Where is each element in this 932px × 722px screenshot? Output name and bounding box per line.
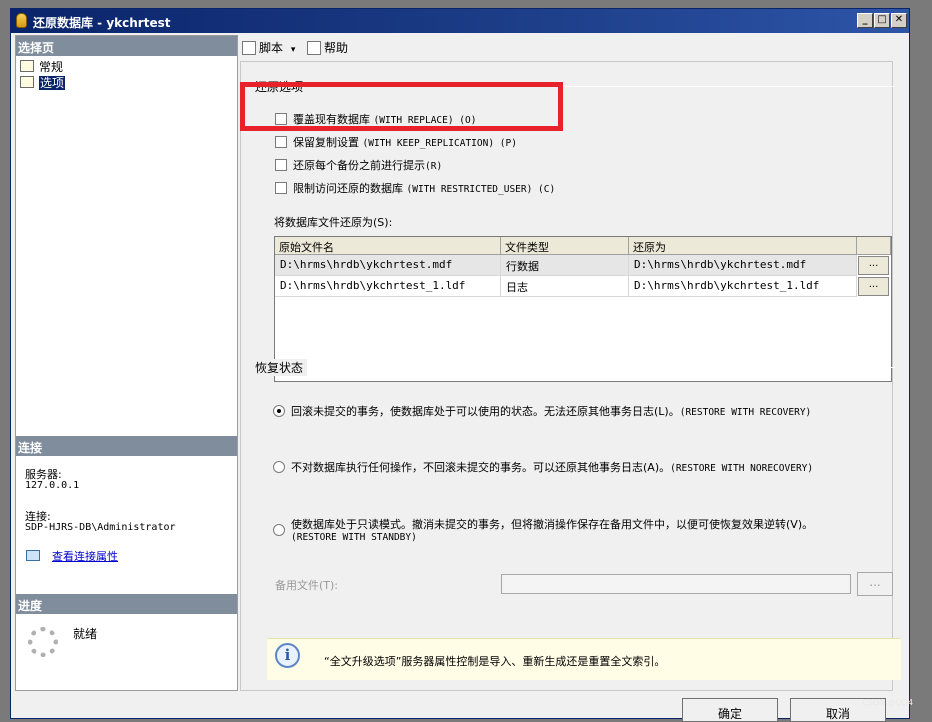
- progress-status: 就绪: [73, 627, 98, 641]
- checkbox[interactable]: [275, 136, 287, 148]
- page-label: 选项: [39, 76, 66, 90]
- checkbox[interactable]: [275, 182, 287, 194]
- view-connection-properties[interactable]: 查看连接属性: [26, 548, 118, 564]
- select-page-header: 选择页: [16, 36, 237, 56]
- option-keep-replication[interactable]: 保留复制设置 (WITH KEEP_REPLICATION) (P): [275, 134, 517, 150]
- option-restricted-user[interactable]: 限制访问还原的数据库 (WITH RESTRICTED_USER) (C): [275, 180, 555, 196]
- radio-button[interactable]: [273, 461, 285, 473]
- checkbox[interactable]: [275, 159, 287, 171]
- server-value: 127.0.0.1: [25, 480, 80, 491]
- browse-button[interactable]: ...: [858, 256, 889, 275]
- page-label: 常规: [39, 60, 64, 74]
- table-cell-restore-as[interactable]: D:\hrms\hrdb\ykchrtest_1.ldf: [629, 276, 857, 297]
- radio-restore-with-standby[interactable]: 使数据库处于只读模式。撤消未提交的事务，但将撤消操作保存在备用文件中，以便可使恢…: [273, 516, 893, 543]
- database-icon: [16, 13, 27, 28]
- file-grid: 原始文件名 文件类型 还原为 D:\hrms\hrdb\ykchrtest.md…: [274, 236, 892, 382]
- ok-button[interactable]: 确定: [682, 698, 778, 722]
- option-prompt-before-restore[interactable]: 还原每个备份之前进行提示(R): [275, 157, 442, 173]
- connection-value: SDP-HJRS-DB\Administrator: [25, 522, 176, 533]
- standby-file-input[interactable]: [501, 574, 851, 594]
- table-cell-type[interactable]: 行数据: [501, 255, 629, 276]
- red-highlight-box: [240, 82, 563, 131]
- page-icon: [20, 76, 34, 88]
- minimize-button[interactable]: _: [857, 13, 873, 28]
- recovery-state-label: 恢复状态: [255, 359, 308, 376]
- window-title: 还原数据库 - ykchrtest: [33, 16, 171, 30]
- page-icon: [20, 60, 34, 72]
- column-restore-as[interactable]: 还原为: [629, 237, 857, 255]
- radio-restore-with-norecovery[interactable]: 不对数据库执行任何操作，不回滚未提交的事务。可以还原其他事务日志(A)。(RES…: [273, 459, 813, 475]
- info-bar: i “全文升级选项”服务器属性控制是导入、重新生成还是重置全文索引。: [267, 638, 901, 680]
- standby-file-label: 备用文件(T):: [275, 579, 339, 592]
- view-connection-properties-link[interactable]: 查看连接属性: [52, 550, 118, 563]
- page-item-options[interactable]: 选项: [20, 74, 66, 90]
- toolbar: 脚本 ▾ 帮助: [240, 35, 909, 59]
- progress-spinner-icon: [28, 627, 58, 657]
- script-button[interactable]: 脚本 ▾: [242, 39, 295, 56]
- script-label: 脚本: [259, 41, 284, 55]
- connection-properties-icon: [26, 550, 40, 561]
- title-bar[interactable]: 还原数据库 - ykchrtest _ □ ✕: [11, 9, 909, 33]
- progress-header: 进度: [16, 594, 237, 614]
- connection-header: 连接: [16, 436, 237, 456]
- table-row[interactable]: D:\hrms\hrdb\ykchrtest_1.ldf: [275, 276, 501, 297]
- radio-button[interactable]: [273, 405, 285, 417]
- help-label: 帮助: [324, 41, 349, 55]
- table-cell-type[interactable]: 日志: [501, 276, 629, 297]
- standby-browse-button[interactable]: ...: [857, 572, 893, 596]
- table-cell-restore-as[interactable]: D:\hrms\hrdb\ykchrtest.mdf: [629, 255, 857, 276]
- recovery-state-divider: [255, 367, 895, 368]
- close-button[interactable]: ✕: [891, 13, 907, 28]
- script-icon: [242, 41, 256, 55]
- radio-button[interactable]: [273, 524, 285, 536]
- watermark: CSDN @QQ4: [862, 698, 914, 707]
- column-file-type[interactable]: 文件类型: [501, 237, 629, 255]
- page-item-general[interactable]: 常规: [20, 58, 63, 74]
- help-icon: [307, 41, 321, 55]
- column-original-file[interactable]: 原始文件名: [275, 237, 501, 255]
- help-button[interactable]: 帮助: [307, 39, 348, 56]
- info-icon: i: [275, 643, 300, 668]
- browse-button[interactable]: ...: [858, 277, 889, 296]
- file-grid-label: 将数据库文件还原为(S):: [274, 216, 393, 229]
- radio-restore-with-recovery[interactable]: 回滚未提交的事务，使数据库处于可以使用的状态。无法还原其他事务日志(L)。(RE…: [273, 403, 811, 419]
- chevron-down-icon[interactable]: ▾: [291, 45, 296, 55]
- options-pane: 还原选项 覆盖现有数据库 (WITH REPLACE) (O) 保留复制设置 (…: [240, 61, 901, 691]
- column-browse: [857, 237, 891, 255]
- table-row[interactable]: D:\hrms\hrdb\ykchrtest.mdf: [275, 255, 501, 276]
- maximize-button[interactable]: □: [874, 13, 890, 28]
- info-message: “全文升级选项”服务器属性控制是导入、重新生成还是重置全文索引。: [324, 655, 666, 668]
- left-pane: 选择页 常规 选项 连接 服务器: 127.0.0.1 连接: SDP-HJRS…: [15, 35, 238, 691]
